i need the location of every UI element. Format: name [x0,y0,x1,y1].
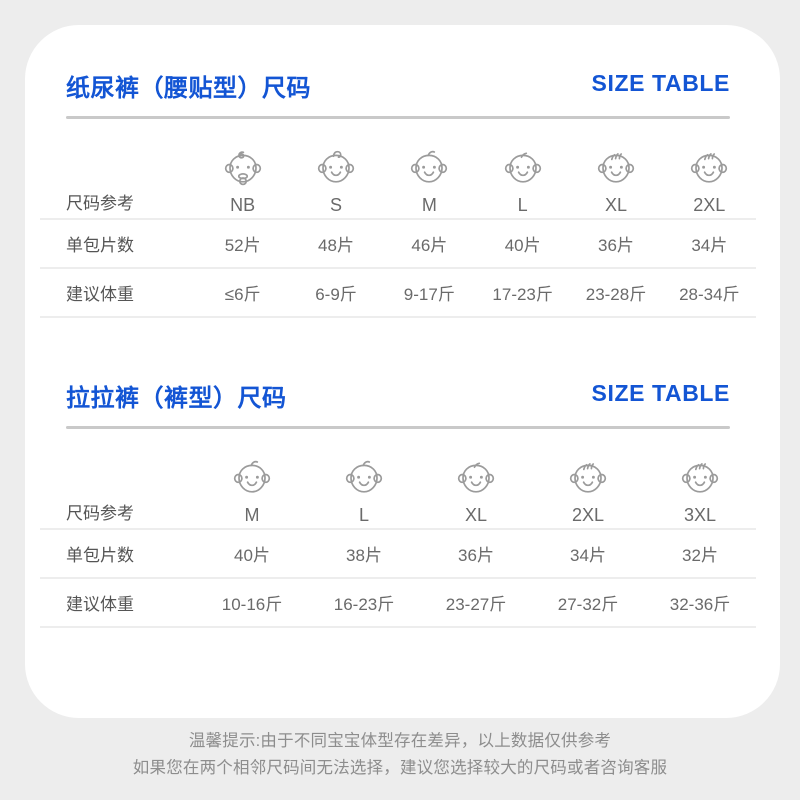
size-column-header: NB [196,124,289,219]
size-column-header: 3XL [644,434,756,529]
table-cell: 27-32斤 [532,577,644,627]
size-column-header: M [196,434,308,529]
size-label: S [329,195,342,215]
size-table-page: 纸尿裤（腰贴型）尺码 SIZE TABLE 尺码参考 NB S M L XL 2XL 单包片数… [0,0,800,800]
baby-face-shorthair-icon [504,152,541,183]
table-cell: 9-17斤 [382,267,476,317]
table-bottom-divider [40,316,756,319]
section-title-en: SIZE TABLE [591,380,730,406]
size-column-header: L [476,124,569,219]
size-label: XL [604,195,627,215]
size-label: L [517,195,528,215]
header-divider [66,426,730,429]
baby-face-swirl-pacifier-icon [224,151,261,186]
baby-face-shorthair-icon [457,462,495,493]
size-table: 尺码参考 NB S M L XL 2XL 单包片数 52片 48片 46片 40片 36片 34片 建议体重… [40,124,756,319]
size-column-header: XL [569,124,662,219]
size-label: 2XL [693,195,726,215]
header-divider [66,116,730,119]
section-title-en: SIZE TABLE [591,70,730,96]
card-content: 纸尿裤（腰贴型）尺码 SIZE TABLE 尺码参考 NB S M L XL 2XL 单包片数… [40,0,756,693]
size-column-header: M [383,124,476,219]
section-title: 拉拉裤（裤型）尺码 [66,385,287,412]
table-row: 单包片数 52片 48片 46片 40片 36片 34片 [40,218,756,268]
table-cell: 40片 [475,218,570,268]
table-cell: 40片 [196,528,308,578]
table-row: 建议体重 ≤6斤 6-9斤 9-17斤 17-23斤 23-28斤 28-34斤 [40,267,756,317]
baby-face-hair3-icon [691,153,728,183]
size-label: M [244,505,260,525]
size-label: XL [464,505,488,525]
table-cell: 46片 [382,218,476,268]
table-cell: 23-27斤 [420,577,532,627]
section-diaper-tape: 纸尿裤（腰贴型）尺码 SIZE TABLE 尺码参考 NB S M L XL 2XL 单包片数… [40,68,756,319]
divider [40,316,756,319]
row-label: 尺码参考 [66,194,134,213]
section-title: 纸尿裤（腰贴型）尺码 [66,75,311,102]
table-row: 尺码参考 M L XL 2XL 3XL [40,434,756,529]
size-column-header: XL [420,434,532,529]
baby-face-strand-icon [345,460,383,493]
table-cell: 17-23斤 [475,267,570,317]
size-label: M [421,195,437,215]
table-cell: 34片 [662,218,756,268]
row-label: 建议体重 [40,267,196,317]
table-cell: 52片 [196,218,290,268]
section-header: 拉拉裤（裤型）尺码 SIZE TABLE [40,378,730,434]
table-row: 建议体重 10-16斤 16-23斤 23-27斤 27-32斤 32-36斤 [40,577,756,627]
size-label: 2XL [571,505,605,525]
table-cell: ≤6斤 [196,267,290,317]
size-column-header: 2XL [663,124,756,219]
table-cell: 16-23斤 [308,577,420,627]
section-pull-up-pants: 拉拉裤（裤型）尺码 SIZE TABLE 尺码参考 M L XL 2XL 3XL 单包片数 4… [40,378,756,629]
table-cell: 32-36斤 [644,577,756,627]
footer-notice: 温馨提示:由于不同宝宝体型存在差异，以上数据仅供参考 如果您在两个相邻尺码间无法… [0,728,800,782]
table-cell: 36片 [569,218,663,268]
divider [40,626,756,629]
footer-line-1: 温馨提示:由于不同宝宝体型存在差异，以上数据仅供参考 [188,732,612,750]
table-bottom-divider [40,626,756,629]
baby-face-curl-icon [317,150,355,183]
section-header: 纸尿裤（腰贴型）尺码 SIZE TABLE [40,68,730,124]
size-column-header: 2XL [532,434,644,529]
size-label: L [358,505,369,525]
size-label: 3XL [683,505,717,525]
table-cell: 38片 [308,528,420,578]
table-cell: 48片 [289,218,383,268]
table-cell: 36片 [420,528,532,578]
baby-face-hair3-icon [681,463,719,493]
row-label: 尺码参考 [66,504,134,523]
table-row: 尺码参考 NB S M L XL 2XL [40,124,756,219]
table-cell: 34片 [532,528,644,578]
table-cell: 28-34斤 [662,267,756,317]
baby-face-strand-icon [411,150,448,183]
baby-face-strand-icon [233,460,271,493]
baby-face-hair3-icon [569,463,607,493]
size-column-header: L [308,434,420,529]
table-cell: 32片 [644,528,756,578]
table-cell: 23-28斤 [569,267,663,317]
footer-line-2: 如果您在两个相邻尺码间无法选择，建议您选择较大的尺码或者咨询客服 [132,759,668,777]
row-label: 单包片数 [40,528,196,578]
table-cell: 10-16斤 [196,577,308,627]
table-row: 单包片数 40片 38片 36片 34片 32片 [40,528,756,578]
size-column-header: S [289,124,382,219]
baby-face-hair3-icon [597,153,635,183]
table-cell: 6-9斤 [289,267,383,317]
row-label: 建议体重 [40,577,196,627]
row-label: 单包片数 [40,218,196,268]
size-label: NB [230,195,256,215]
size-table: 尺码参考 M L XL 2XL 3XL 单包片数 40片 38片 36片 34片 32片 建议体重 10-… [40,434,756,629]
